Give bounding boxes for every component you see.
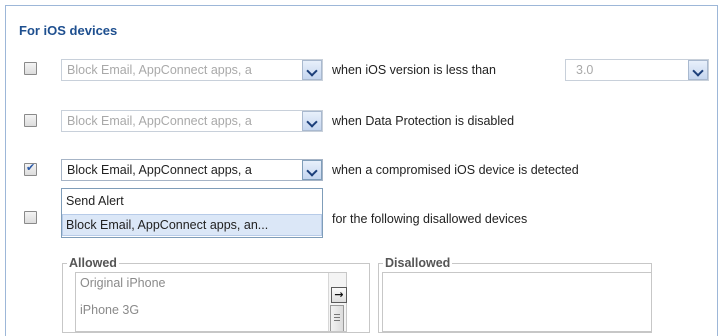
allowed-listbox[interactable]: Original iPhone iPhone 3G: [75, 272, 347, 332]
ios-version-value: 3.0: [576, 63, 594, 77]
arrow-right-icon: →: [334, 288, 344, 301]
chevron-down-icon[interactable]: [302, 111, 322, 131]
chevron-down-icon[interactable]: [302, 60, 322, 80]
scrollbar-thumb[interactable]: [330, 305, 344, 331]
checkbox-disallowed-devices[interactable]: [24, 211, 37, 224]
action-dropdown-list: Send Alert Block Email, AppConnect apps,…: [61, 188, 323, 238]
dropdown-option-block-email[interactable]: Block Email, AppConnect apps, an...: [62, 214, 322, 236]
checkbox-data-protection[interactable]: [24, 114, 37, 127]
disallowed-legend: Disallowed: [383, 256, 453, 270]
condition-label-compromised-device: when a compromised iOS device is detecte…: [332, 163, 579, 177]
ios-version-select[interactable]: 3.0: [565, 59, 709, 81]
move-to-disallowed-button[interactable]: →: [331, 287, 347, 303]
list-item[interactable]: iPhone 3G: [80, 303, 139, 317]
action-select-data-protection[interactable]: Block Email, AppConnect apps, a: [61, 110, 323, 132]
dropdown-option-send-alert[interactable]: Send Alert: [62, 190, 322, 212]
checkbox-ios-version[interactable]: [24, 62, 37, 75]
action-select-compromised-device[interactable]: Block Email, AppConnect apps, a: [61, 159, 323, 181]
allowed-legend: Allowed: [67, 256, 119, 270]
disallowed-listbox[interactable]: [382, 272, 652, 332]
list-item[interactable]: Original iPhone: [80, 276, 165, 290]
section-title: For iOS devices: [19, 23, 118, 38]
action-select-value: Block Email, AppConnect apps, a: [67, 163, 252, 177]
action-select-value: Block Email, AppConnect apps, a: [67, 63, 252, 77]
chevron-down-icon[interactable]: [302, 160, 322, 180]
action-select-value: Block Email, AppConnect apps, a: [67, 114, 252, 128]
action-select-ios-version[interactable]: Block Email, AppConnect apps, a: [61, 59, 323, 81]
condition-label-disallowed-devices: for the following disallowed devices: [332, 212, 528, 226]
condition-label-data-protection: when Data Protection is disabled: [332, 114, 515, 128]
checkbox-compromised-device[interactable]: [24, 161, 37, 176]
chevron-down-icon[interactable]: [688, 60, 708, 80]
condition-label-ios-version: when iOS version is less than: [332, 63, 496, 77]
